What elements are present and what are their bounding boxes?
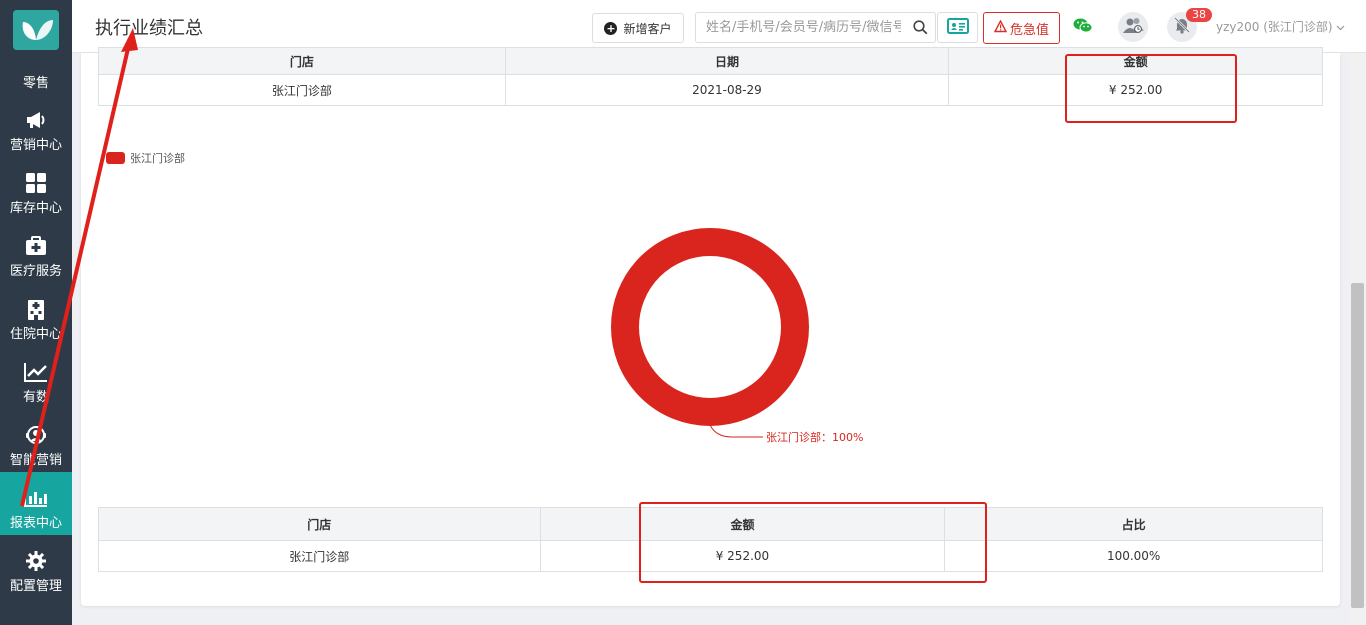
grid-icon [0, 172, 72, 194]
sidebar-item-label: 营销中心 [9, 138, 62, 153]
wechat-button[interactable] [1068, 12, 1098, 42]
notification-badge: 38 [1186, 8, 1212, 22]
donut-slice-1[interactable] [611, 228, 809, 426]
sidebar-item-reports[interactable]: 报表中心 [0, 472, 72, 535]
bar-chart-icon [0, 486, 72, 508]
warning-icon [993, 18, 1008, 37]
slice-label-line [709, 424, 763, 438]
support-agent-icon [0, 424, 72, 446]
group-button[interactable] [1118, 12, 1148, 42]
cell-store: 张江门诊部 [98, 540, 541, 572]
donut-chart: 张江门诊部：100% [611, 228, 863, 444]
id-card-icon [946, 17, 969, 38]
plus-circle-icon: + [604, 21, 618, 35]
cell-date: 2021-08-29 [504, 74, 950, 106]
sidebar-item-settings[interactable]: 配置管理 [0, 542, 72, 605]
highlight-box-bottom-amount [639, 502, 987, 583]
top-header: 执行业绩汇总 + 新增客户 危急值 38 y [72, 0, 1366, 53]
column-header-date: 日期 [504, 47, 950, 75]
add-customer-button[interactable]: + 新增客户 [592, 13, 684, 43]
sidebar-item-label: 零售 [22, 76, 49, 91]
sidebar-item-data[interactable]: 有数 [0, 353, 72, 416]
cell-share: 100.00% [944, 540, 1323, 572]
column-header-store: 门店 [98, 47, 506, 75]
scrollbar-thumb[interactable] [1351, 283, 1364, 608]
megaphone-icon [0, 109, 72, 131]
sidebar: 零售 营销中心 库存中心 医疗服务 住院中心 有数 智能营销 报表中心 配置管理 [0, 0, 72, 625]
sidebar-item-medical[interactable]: 医疗服务 [0, 227, 72, 290]
trend-chart-icon [0, 361, 72, 383]
sidebar-item-retail[interactable]: 零售 [0, 0, 72, 91]
sidebar-item-label: 医疗服务 [9, 264, 62, 279]
id-card-button[interactable] [937, 12, 978, 43]
critical-value-button[interactable]: 危急值 [983, 12, 1060, 44]
cell-store: 张江门诊部 [98, 74, 506, 106]
user-name: yzy200 (张江门诊部) [1216, 20, 1333, 34]
hospital-icon [0, 298, 72, 320]
sidebar-item-marketing[interactable]: 营销中心 [0, 101, 72, 164]
search-input[interactable] [696, 13, 901, 42]
search-icon[interactable] [913, 20, 928, 39]
slice-label: 张江门诊部：100% [766, 430, 863, 444]
highlight-box-top-amount [1065, 54, 1237, 123]
medical-kit-icon [0, 235, 72, 257]
user-menu[interactable]: yzy200 (张江门诊部) [1216, 18, 1345, 35]
critical-value-label: 危急值 [1009, 22, 1049, 38]
sidebar-item-label: 智能营销 [9, 453, 62, 468]
column-header-store: 门店 [98, 507, 541, 541]
search-box [695, 12, 936, 43]
add-customer-label: 新增客户 [623, 21, 672, 36]
sidebar-item-label: 配置管理 [9, 579, 62, 594]
sidebar-item-label: 报表中心 [9, 516, 62, 531]
sidebar-item-label: 住院中心 [9, 327, 62, 342]
sidebar-item-label: 有数 [22, 390, 49, 405]
gear-icon [0, 550, 72, 572]
legend-label: 张江门诊部 [130, 152, 185, 165]
wechat-icon [1073, 17, 1093, 38]
chart-legend[interactable]: 张江门诊部 [106, 150, 185, 166]
legend-swatch [106, 152, 125, 164]
sidebar-item-inventory[interactable]: 库存中心 [0, 164, 72, 227]
column-header-share: 占比 [944, 507, 1323, 541]
sidebar-item-inpatient[interactable]: 住院中心 [0, 290, 72, 353]
chevron-down-icon [1336, 20, 1345, 34]
sidebar-item-label: 库存中心 [9, 201, 62, 216]
page-title: 执行业绩汇总 [95, 18, 203, 39]
sidebar-item-smart-marketing[interactable]: 智能营销 [0, 416, 72, 479]
users-icon [1122, 16, 1144, 38]
